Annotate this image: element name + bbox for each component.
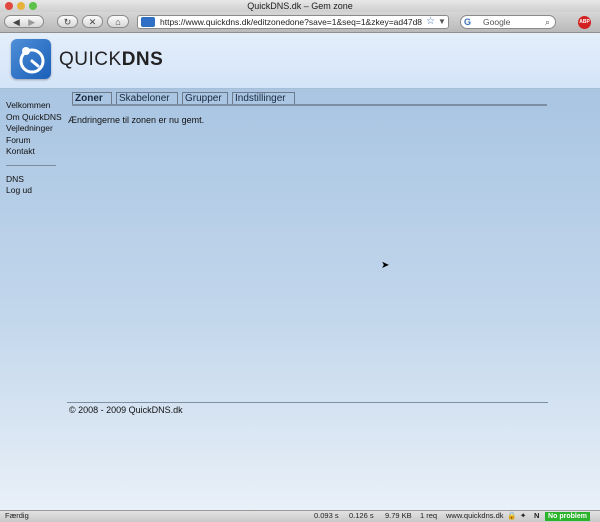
sidebar-divider: [6, 164, 56, 166]
sidebar-item-dns[interactable]: DNS: [6, 174, 58, 186]
back-arrow-icon[interactable]: ◀: [13, 17, 20, 27]
stop-icon: ✕: [88, 17, 97, 27]
sidebar-item-log-ud[interactable]: Log ud: [6, 185, 58, 197]
url-text[interactable]: https://www.quickdns.dk/editzonedone?sav…: [160, 16, 422, 28]
window-title: QuickDNS.dk – Gem zone: [247, 1, 353, 11]
reload-icon: ↻: [63, 17, 72, 27]
tab-indstillinger[interactable]: Indstillinger: [232, 92, 295, 104]
sidebar-item-velkommen[interactable]: Velkommen: [6, 100, 58, 112]
back-forward-group: ◀ ▶: [4, 15, 44, 28]
status-text: Færdig: [5, 511, 29, 520]
load-time-1: 0.093 s: [314, 511, 339, 520]
mouse-cursor-icon: ➤: [381, 260, 390, 271]
tab-bar: Zoner Skabeloner Grupper Indstillinger: [72, 92, 547, 106]
search-icon[interactable]: ⌕: [545, 16, 550, 28]
home-button[interactable]: ⌂: [107, 15, 129, 28]
quickdns-logo-icon[interactable]: [11, 39, 51, 79]
noscript-icon[interactable]: N: [534, 511, 539, 521]
zoom-window-button[interactable]: [29, 2, 37, 10]
status-host: www.quickdns.dk: [446, 511, 504, 520]
site-header: QUICKDNS: [0, 33, 600, 89]
load-time-2: 0.126 s: [349, 511, 374, 520]
tab-skabeloner[interactable]: Skabeloner: [116, 92, 178, 104]
bookmark-star-icon[interactable]: ☆: [426, 16, 435, 28]
sidebar-item-forum[interactable]: Forum: [6, 135, 58, 147]
address-bar[interactable]: https://www.quickdns.dk/editzonedone?sav…: [137, 15, 449, 29]
status-bar: Færdig 0.093 s 0.126 s 9.79 KB 1 req www…: [0, 510, 600, 522]
home-icon: ⌂: [115, 17, 121, 27]
sidebar-item-vejledninger[interactable]: Vejledninger: [6, 123, 58, 135]
adblock-label: ABP: [579, 19, 590, 25]
status-badge[interactable]: No problem: [545, 512, 590, 521]
sidebar-item-kontakt[interactable]: Kontakt: [6, 146, 58, 158]
request-count: 1 req: [420, 511, 438, 520]
addon-icon[interactable]: ✦: [520, 511, 526, 521]
forward-arrow-icon[interactable]: ▶: [28, 17, 35, 27]
page-size: 9.79 KB: [385, 511, 412, 520]
adblock-icon[interactable]: ABP: [578, 16, 591, 29]
footer-copyright: © 2008 - 2009 QuickDNS.dk: [69, 405, 183, 415]
sidebar-item-om-quickdns[interactable]: Om QuickDNS: [6, 112, 62, 124]
history-dropdown-icon[interactable]: ▼: [438, 16, 446, 28]
window-title-bar: QuickDNS.dk – Gem zone: [0, 0, 600, 12]
google-icon: G: [464, 17, 472, 27]
save-confirmation-message: Ændringerne til zonen er nu gemt.: [68, 115, 205, 125]
stop-button[interactable]: ✕: [82, 15, 103, 28]
lock-icon[interactable]: 🔒: [507, 511, 516, 521]
brand-dns: DNS: [121, 49, 164, 70]
site-brand[interactable]: QUICKDNS: [59, 49, 163, 71]
close-window-button[interactable]: [5, 2, 13, 10]
brand-quick: QUICK: [59, 49, 122, 70]
tab-zoner[interactable]: Zoner: [72, 92, 112, 104]
tab-grupper[interactable]: Grupper: [182, 92, 228, 104]
search-box[interactable]: G Google ⌕: [460, 15, 556, 29]
search-placeholder: Google: [483, 17, 511, 27]
minimize-window-button[interactable]: [17, 2, 25, 10]
footer-divider: [67, 402, 548, 403]
main-area: Velkommen Om QuickDNS Vejledninger Forum…: [0, 89, 600, 510]
site-favicon-icon: [141, 17, 155, 27]
browser-toolbar: ◀ ▶ ↻ ✕ ⌂ https://www.quickdns.dk/editzo…: [0, 12, 600, 33]
reload-button[interactable]: ↻: [57, 15, 78, 28]
sidebar-nav: Velkommen Om QuickDNS Vejledninger Forum…: [6, 100, 62, 197]
